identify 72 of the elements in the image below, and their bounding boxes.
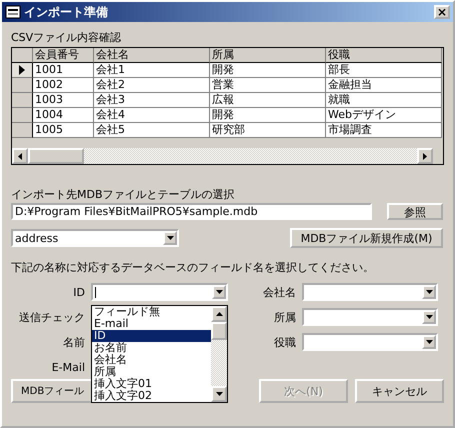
current-row-icon <box>19 65 25 75</box>
table-cell: 会社1 <box>94 63 210 78</box>
table-cell: 会社5 <box>94 123 210 138</box>
dropdown-arrow-icon <box>426 315 432 319</box>
table-cell: 1004 <box>33 108 94 123</box>
table-cell: 会社2 <box>94 78 210 93</box>
table-cell: Webデザイン <box>326 108 442 123</box>
table-cell: 開発 <box>210 108 326 123</box>
field-label: 送信チェック <box>18 310 85 324</box>
column-header[interactable]: 役職 <box>326 48 442 63</box>
row-selector[interactable] <box>12 108 33 123</box>
table-cell: 研究部 <box>210 123 326 138</box>
row-selector[interactable] <box>12 93 33 108</box>
browse-button[interactable]: 参照 <box>387 203 443 220</box>
field-dropdown[interactable] <box>302 308 438 326</box>
table-cell: 1002 <box>33 78 94 93</box>
text-cursor <box>95 286 98 298</box>
window-icon <box>5 4 21 20</box>
table-cell: 広報 <box>210 93 326 108</box>
table-cell: 会社4 <box>94 108 210 123</box>
row-selector[interactable] <box>12 78 33 93</box>
column-header[interactable]: 会社名 <box>94 48 210 63</box>
list-option[interactable]: お名前 <box>92 342 211 354</box>
table-cell: 1003 <box>33 93 94 108</box>
vertical-scrollbar[interactable] <box>211 306 227 402</box>
field-dropdown[interactable] <box>91 283 228 301</box>
section-label: インポート先MDBファイルとテーブルの選択 <box>11 187 236 200</box>
table-cell: 営業 <box>210 78 326 93</box>
table-cell: 就職 <box>326 93 442 108</box>
dropdown-arrow-icon <box>426 290 432 294</box>
list-option[interactable]: 会社名 <box>92 354 211 366</box>
scroll-thumb[interactable] <box>211 322 227 340</box>
scroll-thumb[interactable] <box>28 148 84 164</box>
scroll-right-icon <box>423 152 427 160</box>
scroll-down-icon <box>216 392 222 396</box>
table-cell: 開発 <box>210 63 326 78</box>
list-option[interactable]: 所属 <box>92 366 211 378</box>
list-option[interactable]: ID <box>92 330 211 342</box>
table-cell: 市場調査 <box>326 123 442 138</box>
field-label: 会社名 <box>262 284 296 300</box>
section-label: CSVファイル内容確認 <box>11 30 122 43</box>
window-title: インポート準備 <box>24 4 109 20</box>
field-label: 役職 <box>273 334 296 350</box>
field-label: E-Mail <box>50 360 85 374</box>
row-selector[interactable] <box>12 123 33 138</box>
instruction-text: 下記の名称に対応するデータベースのフィールド名を選択してください。 <box>11 260 375 275</box>
field-dropdown[interactable] <box>302 333 438 351</box>
field-dropdown[interactable] <box>302 283 438 301</box>
row-selector[interactable] <box>12 63 33 78</box>
list-option[interactable]: フィールド無 <box>92 306 211 318</box>
dropdown-arrow-icon <box>216 290 222 294</box>
dropdown-arrow-icon <box>166 236 174 240</box>
table-cell: 1005 <box>33 123 94 138</box>
table-cell: 部長 <box>326 63 442 78</box>
close-button[interactable]: × <box>434 5 450 19</box>
scroll-left-icon <box>18 152 22 160</box>
table-cell: 1001 <box>33 63 94 78</box>
table-cell: 会社3 <box>94 93 210 108</box>
table-cell: 金融担当 <box>326 78 442 93</box>
path-field[interactable]: D:¥Program Files¥BitMailPRO5¥sample.mdb <box>11 203 372 220</box>
column-header[interactable]: 会員番号 <box>33 48 94 63</box>
field-label: 所属 <box>273 310 296 324</box>
dropdown-arrow-icon <box>426 340 432 344</box>
dialog-button[interactable]: キャンセル <box>355 379 444 403</box>
field-label: ID <box>72 286 85 298</box>
horizontal-scrollbar[interactable] <box>12 148 433 164</box>
scroll-up-icon <box>216 312 222 316</box>
field-label: 名前 <box>62 334 85 350</box>
list-option[interactable]: E-mail <box>92 318 211 330</box>
table-dropdown[interactable]: address <box>11 229 179 247</box>
column-header[interactable]: 所属 <box>210 48 326 63</box>
new-mdb-button[interactable]: MDBファイル新規作成(M) <box>290 228 443 248</box>
